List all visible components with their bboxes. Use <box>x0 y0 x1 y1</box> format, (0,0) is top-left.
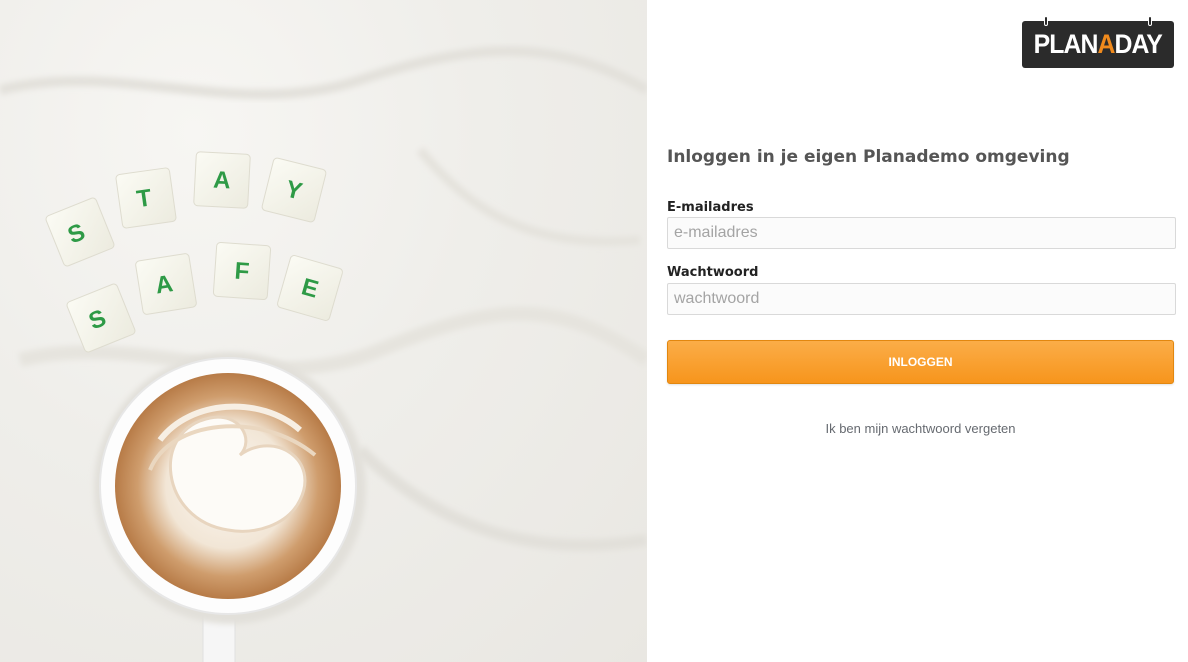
email-input[interactable] <box>667 217 1176 249</box>
coffee-cup-icon <box>94 352 366 662</box>
logo-text-plan: PLAN <box>1033 29 1099 59</box>
login-panel: PLANADAY Inloggen in je eigen Planademo … <box>647 0 1188 662</box>
scrabble-tiles-safe: S A F E <box>66 241 343 353</box>
email-label: E-mailadres <box>667 200 754 215</box>
tile-letter: A <box>213 167 232 195</box>
hero-image: S T A Y S A F E <box>0 0 647 662</box>
tile-letter: F <box>234 258 251 286</box>
login-button[interactable]: INLOGGEN <box>667 340 1174 384</box>
logo-wordmark: PLANADAY <box>1033 29 1163 60</box>
planaday-logo: PLANADAY <box>1022 16 1174 68</box>
logo-binder-ring-icon <box>1044 16 1048 26</box>
hero-illustration: S T A Y S A F E <box>0 46 647 662</box>
logo-binder-ring-icon <box>1148 16 1152 26</box>
scrabble-tiles-stay: S T A Y <box>45 151 327 267</box>
logo-text-day: DAY <box>1114 29 1163 59</box>
login-heading: Inloggen in je eigen Planademo omgeving <box>667 147 1070 167</box>
password-label: Wachtwoord <box>667 265 759 280</box>
password-input[interactable] <box>667 283 1176 315</box>
forgot-password-link[interactable]: Ik ben mijn wachtwoord vergeten <box>647 421 1188 436</box>
logo-text-accent: A <box>1097 29 1116 59</box>
